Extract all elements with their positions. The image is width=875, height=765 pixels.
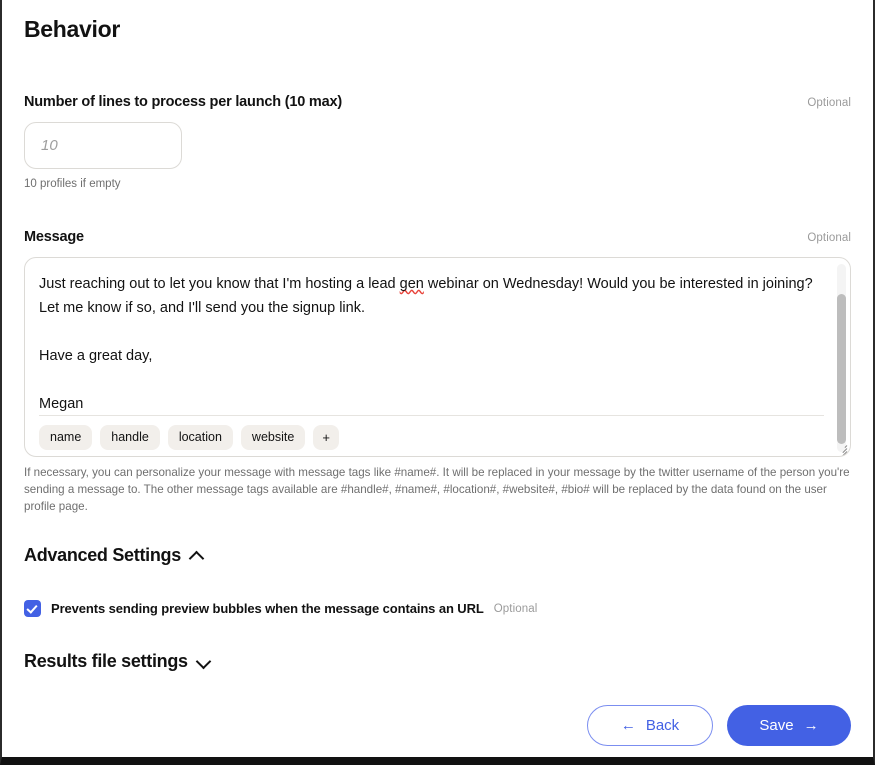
preview-bubbles-checkbox-row[interactable]: Prevents sending preview bubbles when th… bbox=[24, 600, 537, 617]
message-tags-divider bbox=[39, 415, 824, 416]
message-field-header: Message Optional bbox=[24, 229, 851, 245]
lines-field-label: Number of lines to process per launch (1… bbox=[24, 94, 342, 110]
preview-bubbles-optional-tag: Optional bbox=[493, 602, 538, 615]
message-text-segment-2: webinar on Wednesday! Would you be inter… bbox=[39, 276, 813, 412]
message-misspelled-word: gen bbox=[399, 276, 424, 292]
message-textarea-box[interactable]: Just reaching out to let you know that I… bbox=[24, 257, 851, 457]
message-field-label: Message bbox=[24, 229, 84, 245]
textarea-resize-handle[interactable] bbox=[836, 442, 848, 456]
advanced-settings-section-header[interactable]: Advanced Settings bbox=[24, 545, 204, 566]
message-field: Message Optional Just reaching out to le… bbox=[24, 229, 851, 457]
behavior-settings-page: Behavior Number of lines to process per … bbox=[2, 0, 873, 755]
page-title: Behavior bbox=[24, 16, 121, 42]
message-scrollbar-track[interactable] bbox=[837, 264, 846, 452]
message-field-optional-tag: Optional bbox=[807, 232, 851, 244]
results-file-settings-title: Results file settings bbox=[24, 651, 188, 671]
message-tag-list: name handle location website + bbox=[39, 425, 339, 450]
tag-chip-handle[interactable]: handle bbox=[100, 425, 160, 450]
message-text-segment-1: Just reaching out to let you know that I… bbox=[39, 276, 400, 292]
lines-per-launch-field: Number of lines to process per launch (1… bbox=[24, 94, 851, 190]
advanced-settings-title: Advanced Settings bbox=[24, 545, 181, 565]
lines-field-optional-tag: Optional bbox=[807, 97, 851, 109]
results-file-settings-section-header[interactable]: Results file settings bbox=[24, 651, 211, 672]
chevron-down-icon bbox=[197, 655, 211, 669]
arrow-right-icon: → bbox=[803, 717, 819, 734]
chevron-up-icon bbox=[190, 549, 204, 563]
save-button[interactable]: Save → bbox=[727, 705, 851, 746]
message-textarea[interactable]: Just reaching out to let you know that I… bbox=[25, 258, 850, 415]
preview-bubbles-checkbox[interactable] bbox=[24, 600, 41, 617]
preview-bubbles-label: Prevents sending preview bubbles when th… bbox=[51, 601, 484, 616]
footer-actions: ← Back Save → bbox=[587, 705, 851, 746]
arrow-left-icon: ← bbox=[620, 717, 636, 734]
message-scrollbar-thumb[interactable] bbox=[837, 294, 846, 444]
browser-viewport: Behavior Number of lines to process per … bbox=[0, 0, 875, 765]
back-button[interactable]: ← Back bbox=[587, 705, 713, 746]
tag-chip-add-more[interactable]: + bbox=[313, 425, 339, 450]
lines-field-header: Number of lines to process per launch (1… bbox=[24, 94, 851, 110]
save-button-label: Save bbox=[759, 717, 794, 734]
tag-chip-website[interactable]: website bbox=[240, 425, 306, 450]
lines-per-launch-input[interactable] bbox=[24, 122, 182, 169]
tag-chip-location[interactable]: location bbox=[167, 425, 233, 450]
back-button-label: Back bbox=[645, 717, 680, 734]
tag-chip-name[interactable]: name bbox=[39, 425, 93, 450]
message-help-text: If necessary, you can personalize your m… bbox=[24, 466, 850, 513]
lines-field-hint: 10 profiles if empty bbox=[24, 178, 121, 190]
